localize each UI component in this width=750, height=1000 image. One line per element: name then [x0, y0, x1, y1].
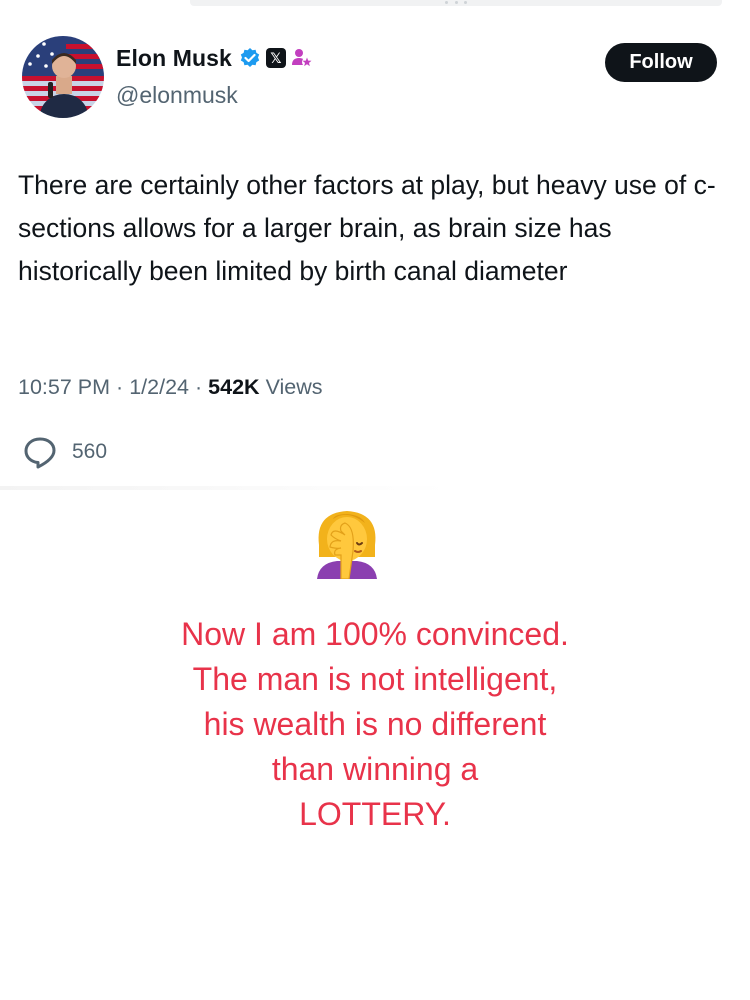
tweet-text: There are certainly other factors at pla…	[18, 170, 716, 286]
follow-button[interactable]: Follow	[605, 43, 717, 82]
views-count: 542K	[208, 375, 260, 399]
caption-line: Now I am 100% convinced.	[181, 616, 569, 652]
tweet-time[interactable]: 10:57 PM	[18, 375, 110, 400]
author-name-row: Elon Musk 𝕏	[116, 43, 313, 73]
reply-count: 560	[72, 440, 108, 463]
caption-line: LOTTERY.	[299, 796, 451, 832]
tweet-date[interactable]: 1/2/24	[129, 375, 189, 400]
reply-button[interactable]: 560	[22, 434, 107, 470]
caption-line: than winning a	[271, 751, 479, 787]
tweet-card: Elon Musk 𝕏 @elonmusk Follow There are c…	[4, 6, 746, 486]
views-label: Views	[265, 375, 323, 399]
meta-separator: ·	[194, 375, 203, 399]
meta-separator: ·	[116, 375, 124, 399]
reply-icon	[22, 434, 58, 470]
avatar[interactable]	[22, 36, 104, 118]
caption-line: The man is not intelligent,	[192, 661, 558, 697]
government-affiliate-icon	[291, 47, 313, 69]
screenshot-edge	[0, 486, 750, 490]
verified-badge-icon	[239, 47, 261, 69]
x-logo-icon: 𝕏	[265, 48, 286, 68]
author-handle[interactable]: @elonmusk	[116, 82, 238, 109]
author-display-name[interactable]: Elon Musk	[116, 45, 232, 72]
reaction-caption: Now I am 100% convinced. The man is not …	[75, 612, 675, 837]
tweet-meta: 10:57 PM · 1/2/24 · 542K Views	[18, 375, 323, 400]
caption-line: his wealth is no different	[203, 706, 547, 742]
facepalm-woman-emoji	[311, 505, 383, 580]
